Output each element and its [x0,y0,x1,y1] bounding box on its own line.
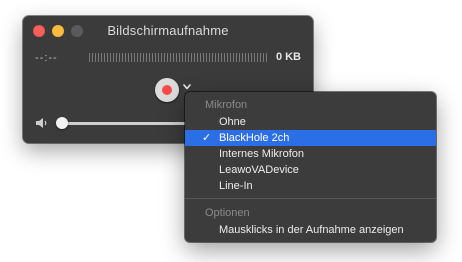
record-icon [162,85,172,95]
menu-item-blackhole-2ch[interactable]: ✓ BlackHole 2ch [185,130,436,146]
menu-item-label: Line-In [219,180,253,192]
microphone-section-header: Mikrofon [205,99,248,111]
chevron-down-icon[interactable] [183,84,191,90]
file-size: 0 KB [275,51,301,63]
speaker-icon [36,118,47,128]
menu-item-label: BlackHole 2ch [219,132,290,144]
volume-slider-track[interactable] [61,122,201,125]
menu-item-line-in[interactable]: Line-In [185,178,436,194]
volume-slider-knob[interactable] [56,117,68,129]
title-bar[interactable]: Bildschirmaufnahme [23,16,313,46]
menu-separator [185,198,436,199]
menu-item-show-mouse-clicks[interactable]: Mausklicks in der Aufnahme anzeigen [185,222,436,238]
checkmark-icon: ✓ [202,132,212,144]
options-menu: Mikrofon Ohne ✓ BlackHole 2ch Internes M… [185,92,436,242]
audio-level-meter [89,53,267,62]
menu-item-label: Mausklicks in der Aufnahme anzeigen [219,224,404,236]
menu-item-ohne[interactable]: Ohne [185,114,436,130]
menu-item-leawovadevice[interactable]: LeawoVADevice [185,162,436,178]
window-title: Bildschirmaufnahme [107,23,229,38]
options-section-header: Optionen [205,207,250,219]
menu-item-label: Internes Mikrofon [219,148,304,160]
elapsed-time: --:-- [35,52,58,64]
menu-item-label: LeawoVADevice [219,164,299,176]
menu-item-internes-mikrofon[interactable]: Internes Mikrofon [185,146,436,162]
menu-item-label: Ohne [219,116,246,128]
record-button[interactable] [155,78,179,102]
